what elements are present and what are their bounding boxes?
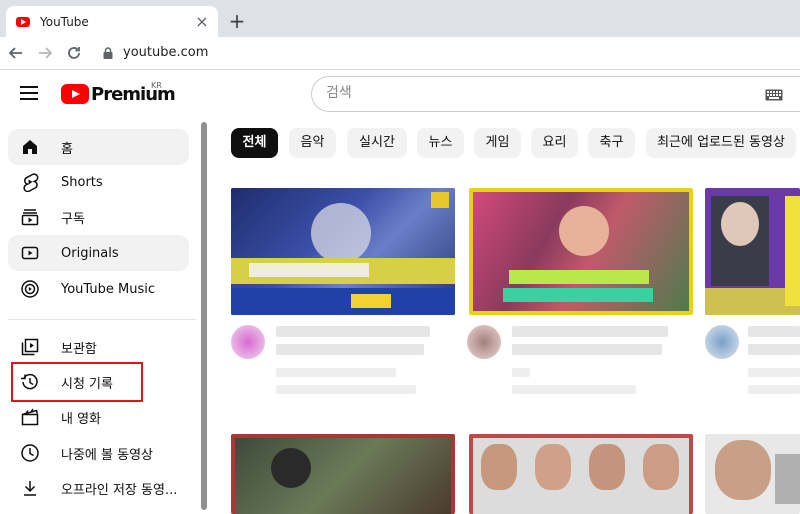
browser-tab[interactable]: YouTube × <box>6 6 218 37</box>
youtube-music-icon <box>21 280 39 298</box>
sidebar-item-label: 보관함 <box>61 341 97 357</box>
subscriptions-icon <box>21 209 39 226</box>
tab-title: YouTube <box>40 14 89 29</box>
my-movies-icon <box>21 408 39 426</box>
hamburger-menu-icon[interactable] <box>20 86 38 100</box>
chip-recently-uploaded[interactable]: 최근에 업로드된 동영상 <box>646 128 796 158</box>
video-thumbnail[interactable] <box>231 434 455 514</box>
chip-music[interactable]: 음악 <box>289 128 336 158</box>
channel-avatar[interactable] <box>231 325 265 359</box>
sidebar-item-label: 내 영화 <box>61 411 102 427</box>
sidebar-scrollbar[interactable] <box>201 122 207 510</box>
youtube-logo-icon <box>61 84 89 104</box>
sidebar-item-youtube-music[interactable]: YouTube Music <box>8 271 189 307</box>
sidebar-item-library[interactable]: 보관함 <box>8 329 189 365</box>
tab-close-icon[interactable]: × <box>192 12 212 32</box>
chip-soccer[interactable]: 축구 <box>588 128 635 158</box>
sidebar-divider <box>8 319 196 320</box>
search-box[interactable] <box>311 76 800 112</box>
originals-icon <box>21 246 39 260</box>
video-thumbnail[interactable] <box>231 188 455 315</box>
channel-avatar[interactable] <box>467 325 501 359</box>
back-arrow-icon[interactable] <box>5 42 27 64</box>
sidebar-item-shorts[interactable]: Shorts <box>8 164 189 200</box>
sidebar-item-home[interactable]: 홈 <box>8 129 189 165</box>
video-title[interactable] <box>748 344 800 355</box>
region-code: KR <box>151 81 162 90</box>
sidebar: 홈 Shorts 구독 Originals YouTube Music 보관함 … <box>0 122 200 514</box>
lock-icon[interactable] <box>101 46 115 60</box>
channel-avatar[interactable] <box>705 325 739 359</box>
video-meta <box>512 385 636 394</box>
reload-icon[interactable] <box>63 42 85 64</box>
video-thumbnail[interactable] <box>705 434 800 514</box>
video-channel-name[interactable] <box>276 368 396 377</box>
sidebar-item-subscriptions[interactable]: 구독 <box>8 199 189 235</box>
chip-cooking[interactable]: 요리 <box>531 128 578 158</box>
sidebar-item-label: YouTube Music <box>61 281 155 297</box>
home-icon <box>23 140 37 154</box>
sidebar-item-label: 구독 <box>61 211 85 227</box>
sidebar-item-offline-downloads[interactable]: 오프라인 저장 동영... <box>8 470 189 506</box>
video-thumbnail[interactable] <box>469 188 693 315</box>
search-input[interactable] <box>326 85 746 101</box>
sidebar-item-label: 나중에 볼 동영상 <box>61 447 153 463</box>
forward-arrow-icon[interactable] <box>34 42 56 64</box>
video-channel-name[interactable] <box>748 368 800 377</box>
shorts-icon <box>23 173 39 192</box>
youtube-favicon-icon <box>16 16 30 27</box>
sidebar-item-my-movies[interactable]: 내 영화 <box>8 399 189 435</box>
sidebar-item-label: 오프라인 저장 동영... <box>61 482 178 498</box>
video-meta <box>276 385 416 394</box>
video-title[interactable] <box>512 326 668 337</box>
sidebar-item-label: 홈 <box>61 141 73 157</box>
logo-text: Premium <box>91 83 176 105</box>
watch-later-icon <box>21 444 39 462</box>
history-highlight-annotation <box>11 362 143 402</box>
chip-gaming[interactable]: 게임 <box>474 128 521 158</box>
video-title[interactable] <box>512 344 662 355</box>
sidebar-item-label: Shorts <box>61 174 103 190</box>
video-channel-name[interactable] <box>512 368 530 377</box>
video-thumbnail[interactable] <box>705 188 800 315</box>
download-icon <box>24 481 36 496</box>
chip-live[interactable]: 실시간 <box>347 128 407 158</box>
browser-tabstrip: YouTube × + <box>0 0 800 37</box>
keyboard-icon[interactable] <box>765 89 783 101</box>
video-title[interactable] <box>748 326 800 337</box>
library-icon <box>21 338 39 356</box>
sidebar-item-watch-later[interactable]: 나중에 볼 동영상 <box>8 435 189 471</box>
video-thumbnail[interactable] <box>469 434 693 514</box>
sidebar-item-originals[interactable]: Originals <box>8 235 189 271</box>
sidebar-item-label: Originals <box>61 245 119 261</box>
video-title[interactable] <box>276 344 424 355</box>
chip-news[interactable]: 뉴스 <box>417 128 464 158</box>
chip-all[interactable]: 전체 <box>231 128 278 158</box>
video-meta <box>748 385 800 394</box>
browser-toolbar: youtube.com <box>0 37 800 70</box>
new-tab-button[interactable]: + <box>226 10 248 32</box>
address-bar[interactable]: youtube.com <box>123 45 208 60</box>
video-title[interactable] <box>276 326 430 337</box>
